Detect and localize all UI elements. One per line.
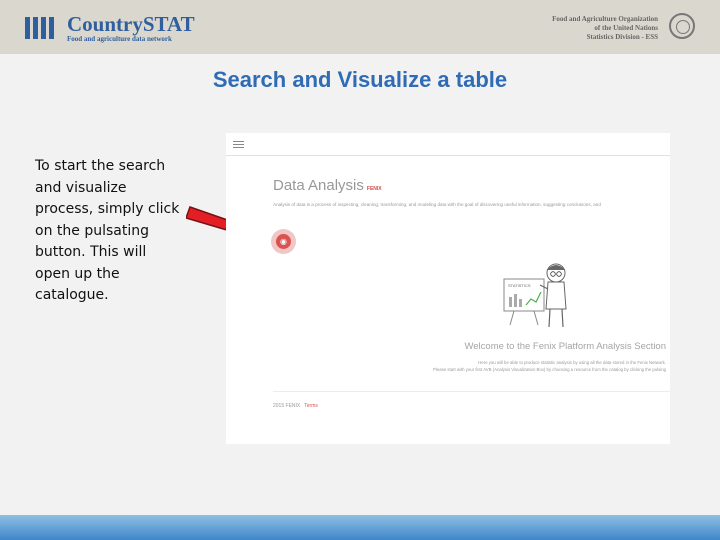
slide-description: To start the search and visualize proces… bbox=[35, 158, 180, 303]
data-analysis-title: Data Analysis FENIX bbox=[273, 177, 382, 194]
app-screenshot: Data Analysis FENIX Analysis of data is a… bbox=[226, 133, 670, 444]
welcome-title: Welcome to the Fenix Platform Analysis S… bbox=[464, 341, 666, 352]
copyright-text: 2015 FENIX bbox=[273, 403, 301, 409]
welcome-text-2: Please start with your first AVB (Analys… bbox=[433, 367, 666, 372]
footer-divider bbox=[273, 391, 670, 392]
welcome-text-1: Here you will be able to produce statist… bbox=[478, 360, 666, 365]
logo-title: CountrySTAT bbox=[67, 12, 195, 36]
fao-logo-icon bbox=[669, 13, 695, 39]
logo-subtitle: Food and agriculture data network bbox=[67, 35, 172, 43]
app-topbar bbox=[226, 133, 670, 156]
hamburger-icon[interactable] bbox=[233, 141, 244, 150]
slide-title: Search and Visualize a table bbox=[212, 67, 508, 92]
app-footer: 2015 FENIX Terms bbox=[273, 403, 318, 409]
data-analysis-heading: Data Analysis bbox=[273, 177, 364, 194]
fao-line2: of the United Nations bbox=[594, 24, 658, 32]
pulse-button-icon: ◉ bbox=[276, 234, 291, 249]
bottom-band bbox=[0, 515, 720, 540]
terms-link[interactable]: Terms bbox=[304, 403, 318, 409]
pulsating-button[interactable]: ◉ bbox=[271, 229, 296, 254]
fao-line3: Statistics Division - ESS bbox=[586, 33, 658, 41]
data-analysis-intro: Analysis of data is a process of inspect… bbox=[273, 202, 601, 207]
header-banner: CountrySTAT Food and agriculture data ne… bbox=[0, 0, 720, 54]
fenix-badge: FENIX bbox=[366, 186, 382, 192]
statistics-person-illustration: STATISTICS bbox=[503, 263, 567, 328]
countrystat-logo-icon bbox=[25, 17, 54, 39]
board-label: STATISTICS bbox=[508, 283, 531, 288]
fao-line1: Food and Agriculture Organization bbox=[552, 15, 658, 23]
fao-name: Food and Agriculture Organization of the… bbox=[498, 15, 658, 42]
